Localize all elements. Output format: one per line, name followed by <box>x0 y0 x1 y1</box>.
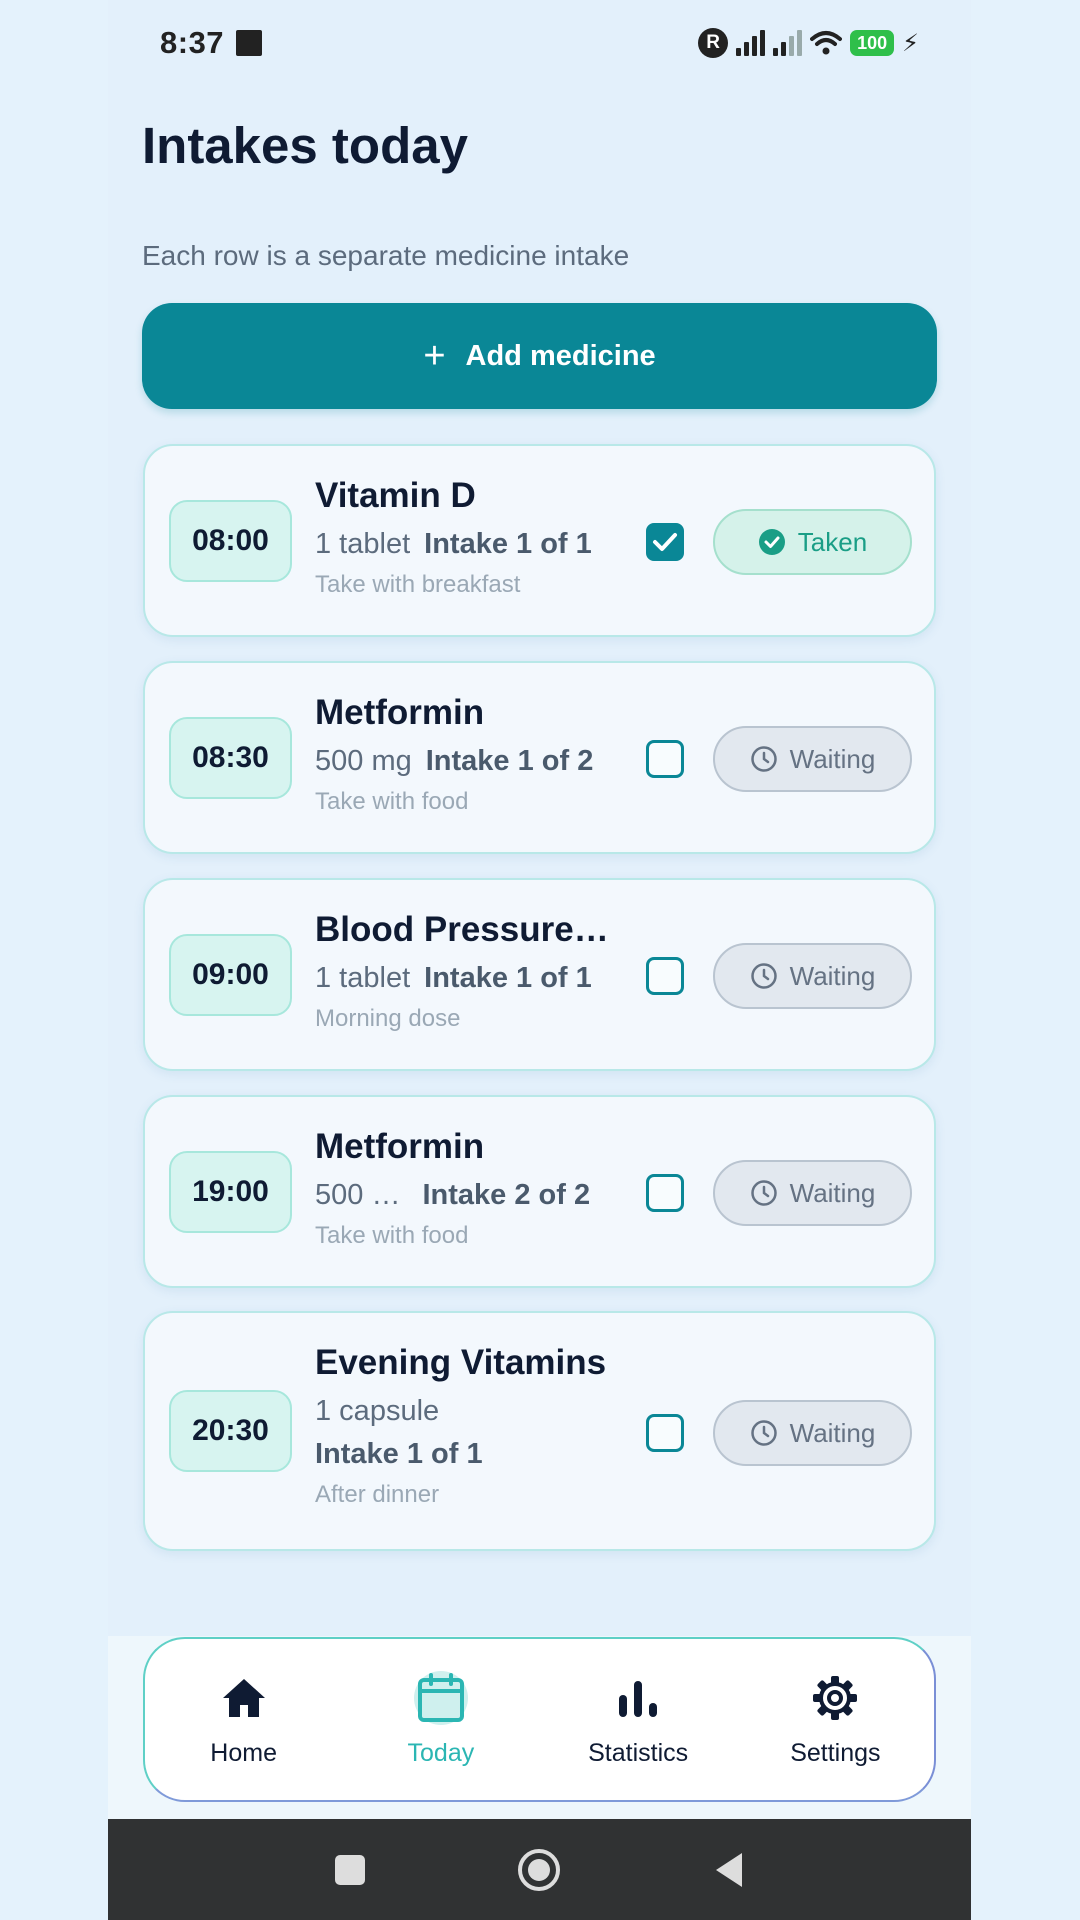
intake-card[interactable]: 08:00 Vitamin D 1 tablet Intake 1 of 1 Ta… <box>143 444 936 637</box>
clock-icon <box>750 746 777 772</box>
home-button-icon[interactable] <box>517 1848 561 1892</box>
roaming-icon: R <box>698 28 729 58</box>
intake-card[interactable]: 08:30 Metformin 500 mg Intake 1 of 2 Take… <box>143 661 936 854</box>
intake-time: 09:00 <box>169 934 292 1016</box>
notification-icon <box>236 30 263 56</box>
medicine-dose: 500 mg <box>315 745 412 777</box>
app-screen: 8:37 R 100 ⚡ Intakes today Each row is a… <box>108 0 971 1920</box>
intake-checkbox[interactable] <box>646 1414 684 1452</box>
medicine-name: Metformin <box>315 693 485 732</box>
intake-checkbox[interactable] <box>646 523 684 561</box>
intake-card[interactable]: 19:00 Metformin 500 … Intake 2 of 2 Take … <box>143 1095 936 1288</box>
status-badge: Waiting <box>713 1400 912 1466</box>
status-badge: Waiting <box>713 943 912 1009</box>
system-navigation-bar <box>108 1819 971 1920</box>
calendar-icon <box>413 1671 468 1725</box>
medicine-name: Metformin <box>315 1127 485 1166</box>
status-label: Waiting <box>789 743 876 774</box>
medicine-note: Morning dose <box>315 1005 461 1032</box>
intake-count: Intake 2 of 2 <box>422 1179 591 1211</box>
intake-time: 08:00 <box>169 500 292 582</box>
medicine-note: Take with food <box>315 1222 469 1249</box>
page-title: Intakes today <box>142 117 468 174</box>
nav-label: Statistics <box>588 1739 689 1767</box>
status-label: Taken <box>797 526 868 557</box>
intake-count: Intake 1 of 1 <box>424 962 592 994</box>
bar-chart-icon <box>611 1671 665 1725</box>
nav-label: Home <box>210 1739 277 1767</box>
medicine-dose: 1 tablet <box>315 528 411 560</box>
battery-icon: 100 <box>850 30 895 56</box>
intake-checkbox[interactable] <box>646 957 684 995</box>
add-medicine-label: Add medicine <box>465 339 656 372</box>
intake-time: 08:30 <box>169 717 292 799</box>
status-label: Waiting <box>789 960 876 991</box>
clock-icon <box>750 1420 777 1446</box>
nav-item-home[interactable]: Home <box>159 1671 329 1768</box>
nav-item-today[interactable]: Today <box>356 1671 526 1768</box>
gear-icon <box>808 1671 862 1725</box>
status-label: Waiting <box>789 1177 876 1208</box>
plus-icon: + <box>423 335 446 377</box>
medicine-note: Take with food <box>315 788 469 815</box>
medicine-note: After dinner <box>315 1481 440 1508</box>
page-subtitle: Each row is a separate medicine intake <box>142 240 630 271</box>
medicine-note: Take with breakfast <box>315 571 521 598</box>
bottom-nav: Home Today Statistics Settings <box>143 1637 936 1802</box>
signal-icon-secondary <box>773 30 803 56</box>
medicine-dose: 1 capsule <box>315 1395 440 1427</box>
charging-icon: ⚡ <box>902 29 919 57</box>
intake-time: 20:30 <box>169 1390 292 1472</box>
intake-card[interactable]: 09:00 Blood Pressure… 1 tablet Intake 1 o… <box>143 878 936 1071</box>
check-circle-icon <box>758 529 785 555</box>
status-badge: Waiting <box>713 726 912 792</box>
nav-item-settings[interactable]: Settings <box>750 1671 920 1768</box>
wifi-icon <box>810 31 843 55</box>
intake-time: 19:00 <box>169 1151 292 1233</box>
intake-count: Intake 1 of 2 <box>425 745 594 777</box>
status-bar: 8:37 R 100 ⚡ <box>108 0 971 86</box>
medicine-name: Vitamin D <box>315 476 476 515</box>
recents-icon[interactable] <box>333 1853 367 1887</box>
medicine-dose: 500 … <box>315 1179 401 1211</box>
medicine-dose: 1 tablet <box>315 962 411 994</box>
nav-label: Today <box>407 1739 475 1767</box>
intake-count: Intake 1 of 1 <box>424 528 592 560</box>
add-medicine-button[interactable]: + Add medicine <box>142 303 937 409</box>
back-icon[interactable] <box>712 1851 746 1889</box>
nav-item-statistics[interactable]: Statistics <box>553 1671 723 1768</box>
intake-card[interactable]: 20:30 Evening Vitamins 1 capsule Intake … <box>143 1311 936 1551</box>
status-badge: Taken <box>713 509 912 575</box>
intake-checkbox[interactable] <box>646 740 684 778</box>
clock-icon <box>750 963 777 989</box>
status-time: 8:37 <box>160 25 225 60</box>
home-icon <box>217 1671 271 1725</box>
status-label: Waiting <box>789 1417 876 1448</box>
check-icon <box>653 533 677 551</box>
nav-label: Settings <box>790 1739 881 1767</box>
status-badge: Waiting <box>713 1160 912 1226</box>
signal-icon <box>736 30 766 56</box>
medicine-name: Evening Vitamins <box>315 1343 607 1382</box>
intake-checkbox[interactable] <box>646 1174 684 1212</box>
clock-icon <box>750 1180 777 1206</box>
medicine-name: Blood Pressure… <box>315 910 609 949</box>
intake-count: Intake 1 of 1 <box>315 1438 483 1470</box>
